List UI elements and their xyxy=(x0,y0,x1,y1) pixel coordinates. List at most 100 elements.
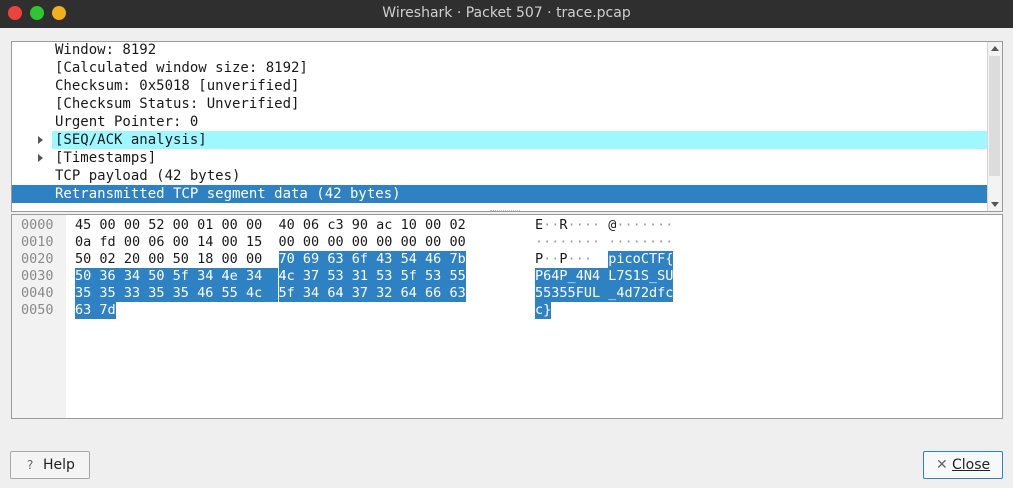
hex-byte[interactable]: 15 xyxy=(246,234,262,251)
ascii-char[interactable]: · xyxy=(576,251,584,268)
hex-byte[interactable]: 7b xyxy=(449,251,466,268)
ascii-char[interactable]: · xyxy=(535,234,543,251)
hex-byte[interactable]: 63 xyxy=(327,251,352,268)
hex-byte[interactable]: 00 xyxy=(449,234,465,251)
ascii-char[interactable]: E xyxy=(535,217,543,234)
hex-byte[interactable]: 00 xyxy=(222,251,238,268)
ascii-char[interactable]: · xyxy=(625,234,633,251)
ascii-char[interactable]: U xyxy=(665,268,673,285)
packet-details-tree[interactable]: Window: 8192 [Calculated window size: 819… xyxy=(11,41,1003,212)
tree-scrollbar[interactable] xyxy=(987,42,1002,211)
ascii-char[interactable]: · xyxy=(543,217,551,234)
ascii-char[interactable]: c xyxy=(665,285,673,302)
ascii-char[interactable]: · xyxy=(592,217,600,234)
hex-byte[interactable]: 00 xyxy=(173,234,189,251)
ascii-char[interactable]: 2 xyxy=(640,285,649,302)
hex-byte[interactable]: 00 xyxy=(124,234,140,251)
hex-byte[interactable]: 45 xyxy=(75,217,91,234)
hex-byte[interactable]: 00 xyxy=(352,234,368,251)
ascii-char[interactable]: · xyxy=(584,251,592,268)
ascii-char[interactable]: · xyxy=(576,234,584,251)
packet-bytes-pane[interactable]: 0000 45 E 00 · 00 · 52 R 00 · 01 · 00 · 00 · 40 @06 · c3 · 90 ·… xyxy=(11,214,1003,419)
ascii-char[interactable]: · xyxy=(584,234,592,251)
ascii-char[interactable]: S xyxy=(657,268,665,285)
ascii-char[interactable]: · xyxy=(649,234,657,251)
ascii-char[interactable]: 1 xyxy=(632,268,641,285)
hex-byte[interactable]: 90 xyxy=(352,217,368,234)
hex-byte[interactable]: 20 xyxy=(124,251,140,268)
hex-byte[interactable]: 63 xyxy=(449,285,466,302)
ascii-char[interactable]: 7 xyxy=(616,268,625,285)
ascii-char[interactable]: · xyxy=(625,217,633,234)
ascii-char[interactable]: 3 xyxy=(551,285,559,302)
hex-byte[interactable]: 31 xyxy=(351,268,377,285)
ascii-char[interactable]: f xyxy=(657,285,665,302)
ascii-char[interactable]: · xyxy=(665,234,673,251)
ascii-char[interactable]: 4 xyxy=(575,268,584,285)
ascii-char[interactable]: _ xyxy=(567,268,576,285)
hex-byte[interactable]: 52 xyxy=(148,217,164,234)
tree-row[interactable]: [Checksum Status: Unverified] xyxy=(12,95,987,113)
hex-byte[interactable]: 46 xyxy=(197,285,222,302)
ascii-char[interactable]: U xyxy=(583,285,592,302)
hex-byte[interactable]: 10 xyxy=(401,217,417,234)
hex-byte[interactable]: 46 xyxy=(425,251,450,268)
ascii-char[interactable]: P xyxy=(535,251,543,268)
hex-byte[interactable]: 02 xyxy=(449,217,465,234)
hex-byte[interactable]: 06 xyxy=(303,217,319,234)
ascii-char[interactable]: p xyxy=(608,251,616,268)
hex-byte[interactable]: 55 xyxy=(221,285,246,302)
ascii-char[interactable]: · xyxy=(568,217,576,234)
hex-byte[interactable]: 01 xyxy=(197,217,213,234)
hex-byte[interactable]: ac xyxy=(376,217,392,234)
tree-row[interactable]: Window: 8192 xyxy=(12,42,987,59)
ascii-char[interactable]: · xyxy=(657,234,665,251)
hex-byte[interactable]: 00 xyxy=(124,217,140,234)
hex-byte[interactable]: 00 xyxy=(246,251,262,268)
hex-byte[interactable]: 70 xyxy=(278,251,303,268)
tree-row[interactable]: Retransmitted TCP segment data (42 bytes… xyxy=(12,185,987,203)
ascii-char[interactable] xyxy=(592,251,600,268)
ascii-char[interactable]: · xyxy=(576,217,584,234)
hex-byte[interactable]: 35 xyxy=(172,285,198,302)
hex-byte[interactable]: 5f xyxy=(278,285,303,302)
tree-row[interactable]: Checksum: 0x5018 [unverified] xyxy=(12,77,987,95)
hex-byte[interactable]: 50 xyxy=(148,268,173,285)
ascii-char[interactable]: { xyxy=(665,251,673,268)
ascii-char[interactable]: 5 xyxy=(535,285,543,302)
tree-row[interactable]: [Timestamps] xyxy=(12,149,987,167)
hex-byte[interactable]: 18 xyxy=(197,251,213,268)
tree-row[interactable]: Urgent Pointer: 0 xyxy=(12,113,987,131)
ascii-char[interactable]: L xyxy=(608,268,616,285)
hex-byte[interactable]: 02 xyxy=(99,251,115,268)
ascii-char[interactable]: · xyxy=(543,251,551,268)
ascii-char[interactable]: · xyxy=(568,234,576,251)
hex-byte[interactable]: 40 xyxy=(279,217,295,234)
hex-byte[interactable]: 37 xyxy=(351,285,377,302)
hex-byte[interactable]: 35 xyxy=(99,285,124,302)
ascii-char[interactable]: P xyxy=(559,268,568,285)
ascii-char[interactable]: } xyxy=(543,302,551,319)
ascii-char[interactable]: · xyxy=(641,217,649,234)
ascii-char[interactable]: N xyxy=(583,268,592,285)
ascii-char[interactable]: · xyxy=(633,234,641,251)
help-button[interactable]: ? Help xyxy=(10,451,90,479)
ascii-char[interactable]: · xyxy=(649,217,657,234)
hex-byte[interactable]: 53 xyxy=(327,268,352,285)
hex-byte[interactable]: 50 xyxy=(173,251,189,268)
hex-byte[interactable]: 00 xyxy=(425,234,441,251)
hex-byte[interactable]: 64 xyxy=(327,285,352,302)
scrollbar-thumb[interactable] xyxy=(989,56,1000,176)
hex-byte[interactable]: 34 xyxy=(197,268,222,285)
ascii-char[interactable]: 5 xyxy=(543,285,551,302)
close-button[interactable]: ✕ Close xyxy=(923,451,1003,479)
hex-byte[interactable]: 00 xyxy=(246,217,262,234)
ascii-char[interactable]: o xyxy=(632,251,641,268)
ascii-char[interactable]: 4 xyxy=(551,268,559,285)
ascii-char[interactable]: 7 xyxy=(632,285,641,302)
ascii-char[interactable]: 6 xyxy=(543,268,551,285)
hex-byte[interactable]: 5f xyxy=(172,268,198,285)
hex-byte[interactable]: 00 xyxy=(148,251,164,268)
hex-byte[interactable]: 50 xyxy=(75,268,100,285)
hex-byte[interactable]: 00 xyxy=(376,234,392,251)
